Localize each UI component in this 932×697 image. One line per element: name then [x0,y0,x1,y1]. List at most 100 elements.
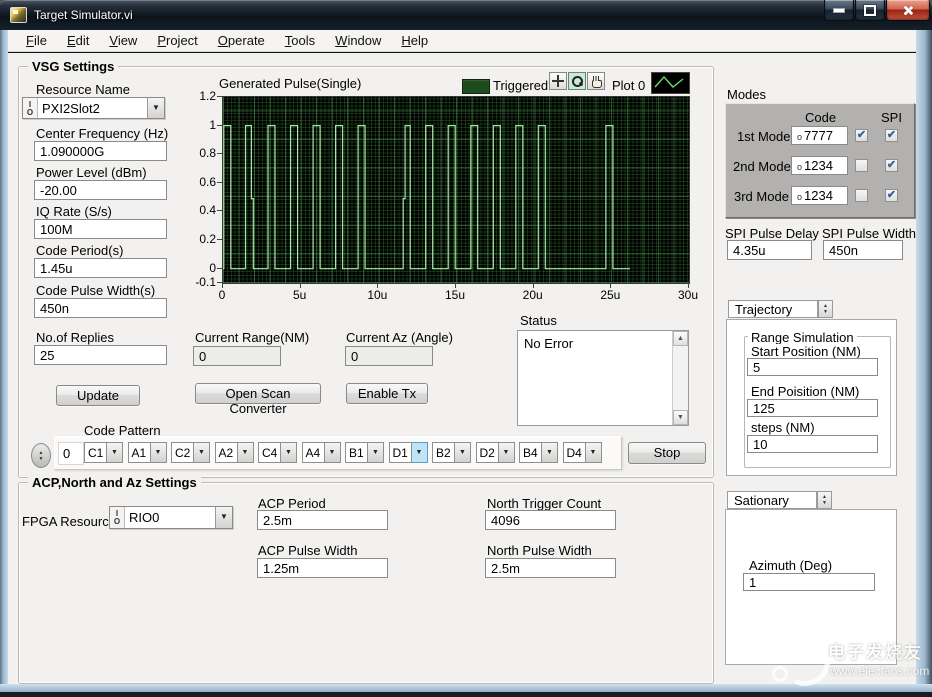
trajectory-selector[interactable]: Trajectory [728,300,818,318]
chevron-down-icon[interactable]: ▼ [151,442,167,463]
chevron-down-icon[interactable]: ▼ [194,442,210,463]
stop-button[interactable]: Stop [628,442,706,464]
mode2-code-field[interactable]: o1234 [791,156,848,175]
x-tick-mark [455,283,456,288]
mode1-spi-checkbox[interactable]: ✔ [885,129,898,142]
fpga-resource-label: FPGA Resource [22,514,116,529]
end-position-field[interactable]: 125 [747,399,878,417]
chevron-down-icon[interactable]: ▼ [412,442,428,463]
triggered-led-icon[interactable] [462,79,490,94]
graph-cursor-tool-button[interactable] [549,72,567,90]
spi-pulse-delay-field[interactable]: 4.35u [727,240,812,260]
mode3-enable-checkbox[interactable] [855,189,868,202]
code-pattern-combo-a1[interactable]: A1▼ [128,442,167,463]
chevron-down-icon[interactable]: ▼ [499,442,515,463]
menu-operate[interactable]: Operate [208,31,275,50]
code-pattern-combo-d4[interactable]: D4▼ [563,442,602,463]
open-scan-converter-button[interactable]: Open Scan Converter [195,383,321,404]
code-pattern-combo-a4[interactable]: A4▼ [302,442,341,463]
graph-pan-tool-button[interactable] [587,72,605,90]
chevron-down-icon[interactable]: ▼ [107,442,123,463]
mode2-spi-checkbox[interactable]: ✔ [885,159,898,172]
north-pulse-width-field[interactable]: 2.5m [485,558,616,578]
close-button[interactable] [886,0,930,21]
menu-view[interactable]: View [99,31,147,50]
chevron-down-icon[interactable]: ▼ [325,442,341,463]
azimuth-field[interactable]: 1 [743,573,875,591]
acp-pulse-width-label: ACP Pulse Width [258,543,357,558]
code-period-field[interactable]: 1.45u [34,258,167,278]
chevron-down-icon[interactable]: ▼ [238,442,254,463]
chevron-down-icon[interactable]: ▼ [542,442,558,463]
stationary-spinner[interactable]: ▲▼ [817,491,832,509]
chevron-down-icon[interactable]: ▼ [368,442,384,463]
status-scrollbar[interactable]: ▲ ▼ [672,331,688,425]
mode1-code-field[interactable]: o7777 [791,126,848,145]
chevron-down-icon[interactable]: ▼ [455,442,471,463]
io-icon: IO [110,507,125,528]
radix-octal: o [797,162,802,172]
code-pattern-combo-a2[interactable]: A2▼ [215,442,254,463]
power-level-field[interactable]: -20.00 [34,180,167,200]
steps-field[interactable]: 10 [747,435,878,453]
update-button[interactable]: Update [56,385,140,406]
code-pattern-combo-b2[interactable]: B2▼ [432,442,471,463]
x-tick-mark [222,283,223,288]
range-simulation-label: Range Simulation [748,330,857,345]
chevron-down-icon[interactable]: ▼ [147,98,164,118]
acp-period-field[interactable]: 2.5m [257,510,388,530]
code-pattern-combo-b1[interactable]: B1▼ [345,442,384,463]
trajectory-spinner[interactable]: ▲▼ [818,300,833,318]
code-pattern-combo-c1[interactable]: C1▼ [84,442,123,463]
enable-tx-button[interactable]: Enable Tx [346,383,428,404]
window: Target Simulator.vi File Edit View Proje… [0,0,932,697]
chevron-down-icon[interactable]: ▼ [281,442,297,463]
mode2-enable-checkbox[interactable] [855,159,868,172]
scroll-up-icon[interactable]: ▲ [673,331,688,346]
spi-pulse-width-field[interactable]: 450n [823,240,903,260]
mode1-enable-checkbox[interactable]: ✔ [855,129,868,142]
status-box[interactable]: No Error ▲ ▼ [517,330,689,426]
title-bar[interactable]: Target Simulator.vi [0,0,932,30]
code-pulse-width-field[interactable]: 450n [34,298,167,318]
spinner-down-icon[interactable]: ▼ [822,500,827,506]
code-pattern-combo-d1[interactable]: D1▼ [389,442,428,463]
minimize-button[interactable] [824,0,854,21]
code-pattern-combo-b4[interactable]: B4▼ [519,442,558,463]
menu-window[interactable]: Window [325,31,391,50]
code-pattern-value: A4 [302,442,325,463]
code-pattern-combo-c4[interactable]: C4▼ [258,442,297,463]
stationary-selector[interactable]: Sationary [727,491,817,509]
spinner-down-icon[interactable]: ▼ [39,456,44,462]
menu-help[interactable]: Help [391,31,438,50]
code-pattern-index-field[interactable]: 0 [58,442,84,465]
chevron-down-icon[interactable]: ▼ [215,507,232,528]
mode3-code-field[interactable]: o1234 [791,186,848,205]
menu-project[interactable]: Project [147,31,207,50]
resource-name-combo[interactable]: IO PXI2Slot2 ▼ [22,97,165,119]
menu-file[interactable]: File [16,31,57,50]
menu-edit[interactable]: Edit [57,31,99,50]
waveform-plot[interactable] [222,96,690,284]
iq-rate-field[interactable]: 100M [34,219,167,239]
center-frequency-field[interactable]: 1.090000G [34,141,167,161]
spinner-down-icon[interactable]: ▼ [823,309,828,315]
acp-pulse-width-field[interactable]: 1.25m [257,558,388,578]
code-pattern-value: A2 [215,442,238,463]
iq-rate-label: IQ Rate (S/s) [36,204,112,219]
y-tick-label: 0 [182,261,216,275]
code-pattern-index-spinner[interactable]: ▲▼ [31,443,51,468]
plot-sample-icon[interactable] [651,72,690,94]
start-position-field[interactable]: 5 [747,358,878,376]
scroll-down-icon[interactable]: ▼ [673,410,688,425]
no-of-replies-field[interactable]: 25 [34,345,167,365]
menu-tools[interactable]: Tools [275,31,325,50]
code-pattern-combo-c2[interactable]: C2▼ [171,442,210,463]
chevron-down-icon[interactable]: ▼ [586,442,602,463]
graph-zoom-tool-button[interactable] [568,72,586,90]
north-trigger-count-field[interactable]: 4096 [485,510,616,530]
restore-button[interactable] [855,0,885,21]
fpga-resource-combo[interactable]: IO RIO0 ▼ [109,506,233,529]
mode3-spi-checkbox[interactable]: ✔ [885,189,898,202]
code-pattern-combo-d2[interactable]: D2▼ [476,442,515,463]
